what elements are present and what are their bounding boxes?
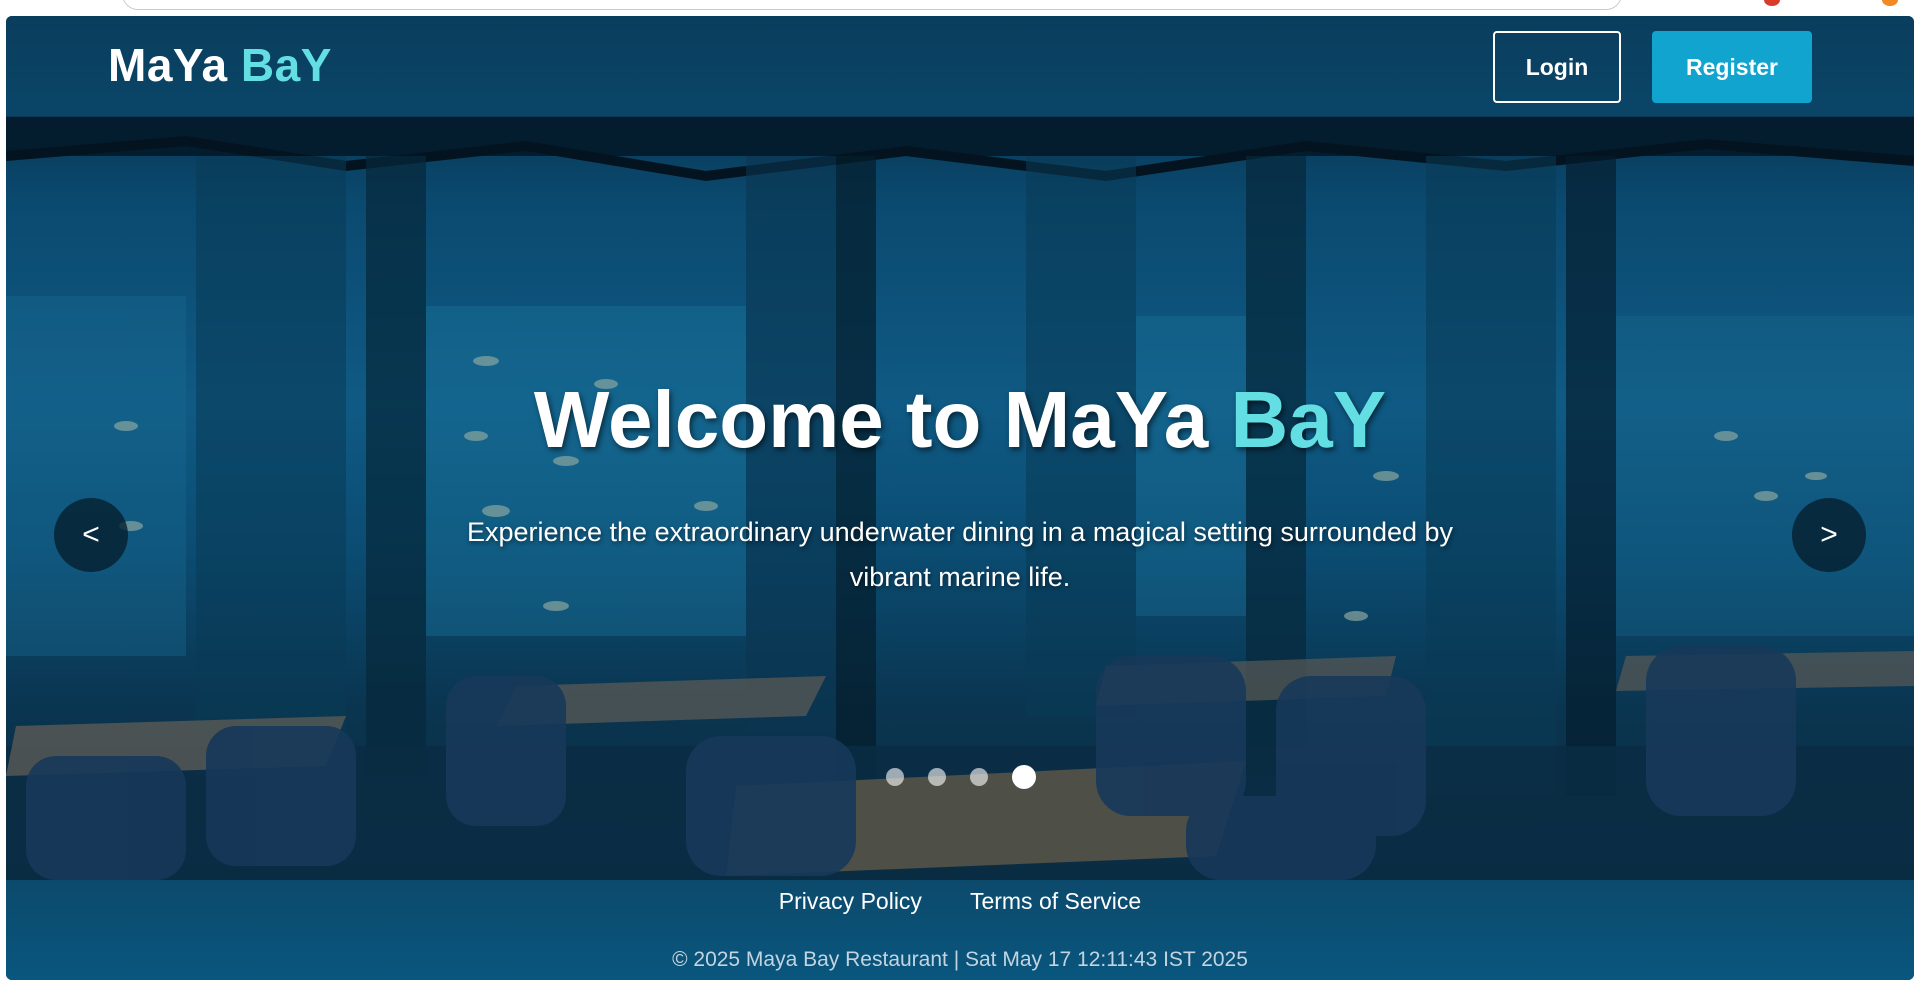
brand-name: MaYa — [108, 39, 228, 91]
privacy-policy-link[interactable]: Privacy Policy — [779, 888, 922, 915]
extension-icon[interactable] — [1882, 0, 1898, 6]
login-button[interactable]: Login — [1493, 31, 1621, 103]
hero-title-accent: BaY — [1230, 375, 1387, 464]
address-bar[interactable] — [122, 0, 1622, 10]
footer-links: Privacy Policy Terms of Service — [6, 888, 1914, 915]
terms-of-service-link[interactable]: Terms of Service — [970, 888, 1141, 915]
carousel-dot-active[interactable] — [1012, 765, 1036, 789]
hero-title: Welcome to MaYa BaY — [6, 374, 1914, 466]
carousel-next-button[interactable]: > — [1792, 498, 1866, 572]
hero-subtitle-line2: vibrant marine life. — [849, 562, 1071, 592]
copyright-text: © 2025 Maya Bay Restaurant | Sat May 17 … — [672, 948, 1248, 971]
carousel-dot[interactable] — [886, 768, 904, 786]
extension-icon[interactable] — [1764, 0, 1780, 6]
hero-title-main: Welcome to MaYa — [533, 375, 1209, 464]
carousel-dot[interactable] — [928, 768, 946, 786]
hero-subtitle-line1: Experience the extraordinary underwater … — [466, 517, 1454, 547]
site-header: MaYa BaY Login Register — [6, 16, 1914, 117]
site-footer: Privacy Policy Terms of Service © 2025 M… — [6, 880, 1914, 980]
brand-logo[interactable]: MaYa BaY — [108, 38, 332, 92]
carousel-prev-button[interactable]: < — [54, 498, 128, 572]
brand-accent: BaY — [240, 39, 332, 91]
hero-subtitle: Experience the extraordinary underwater … — [430, 510, 1490, 600]
landing-page: MaYa BaY Login Register Welcome to MaYa … — [6, 16, 1914, 980]
register-button[interactable]: Register — [1652, 31, 1812, 103]
carousel-indicators — [886, 764, 1036, 790]
browser-chrome-strip — [0, 0, 1920, 16]
carousel-dot[interactable] — [970, 768, 988, 786]
